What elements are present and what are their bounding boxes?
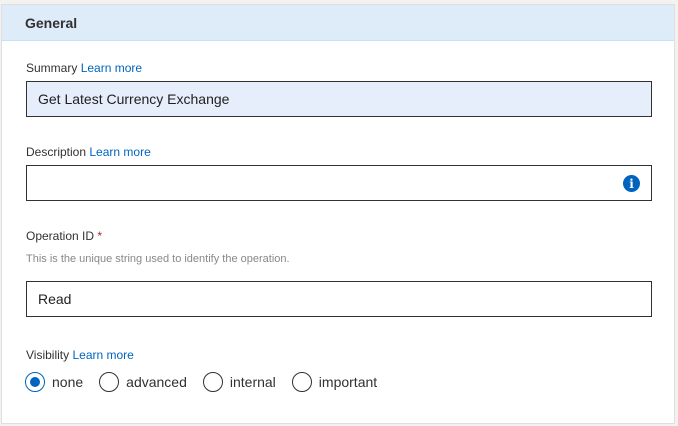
radio-label-advanced: advanced: [126, 374, 187, 390]
visibility-radio-group: none advanced internal important: [25, 372, 393, 392]
description-label: Description: [26, 145, 87, 159]
radio-label-important: important: [318, 374, 378, 390]
visibility-learn-more-link[interactable]: Learn more: [72, 348, 133, 362]
radio-button-none[interactable]: [25, 372, 45, 392]
section-title: General: [25, 14, 78, 31]
visibility-label: Visibility: [26, 348, 70, 362]
operation-id-hint: This is the unique string used to identi…: [26, 253, 290, 265]
summary-label-row: Summary Learn more: [26, 61, 142, 75]
description-label-row: Description Learn more: [26, 145, 151, 159]
summary-label: Summary: [26, 61, 78, 75]
radio-option-internal[interactable]: internal: [202, 372, 276, 392]
radio-button-important[interactable]: [291, 372, 312, 392]
radio-label-internal: internal: [229, 374, 276, 390]
general-panel: General Summary Learn more Description L…: [1, 4, 675, 424]
radio-button-advanced[interactable]: [99, 372, 120, 392]
radio-option-important[interactable]: important: [291, 372, 378, 392]
radio-option-advanced[interactable]: advanced: [99, 372, 187, 392]
required-marker: *: [97, 229, 103, 243]
operation-id-label-row: Operation ID *: [26, 229, 102, 243]
description-learn-more-link[interactable]: Learn more: [89, 145, 150, 159]
summary-input[interactable]: [26, 81, 652, 117]
operation-id-input[interactable]: [26, 281, 652, 317]
description-input[interactable]: [26, 165, 652, 201]
visibility-label-row: Visibility Learn more: [26, 348, 134, 362]
info-icon[interactable]: i: [623, 175, 640, 192]
section-header[interactable]: General: [2, 5, 674, 41]
radio-button-internal[interactable]: [202, 372, 223, 392]
summary-learn-more-link[interactable]: Learn more: [81, 61, 142, 75]
operation-id-label: Operation ID: [26, 229, 95, 243]
radio-label-none: none: [52, 374, 84, 390]
radio-option-none[interactable]: none: [25, 372, 83, 392]
